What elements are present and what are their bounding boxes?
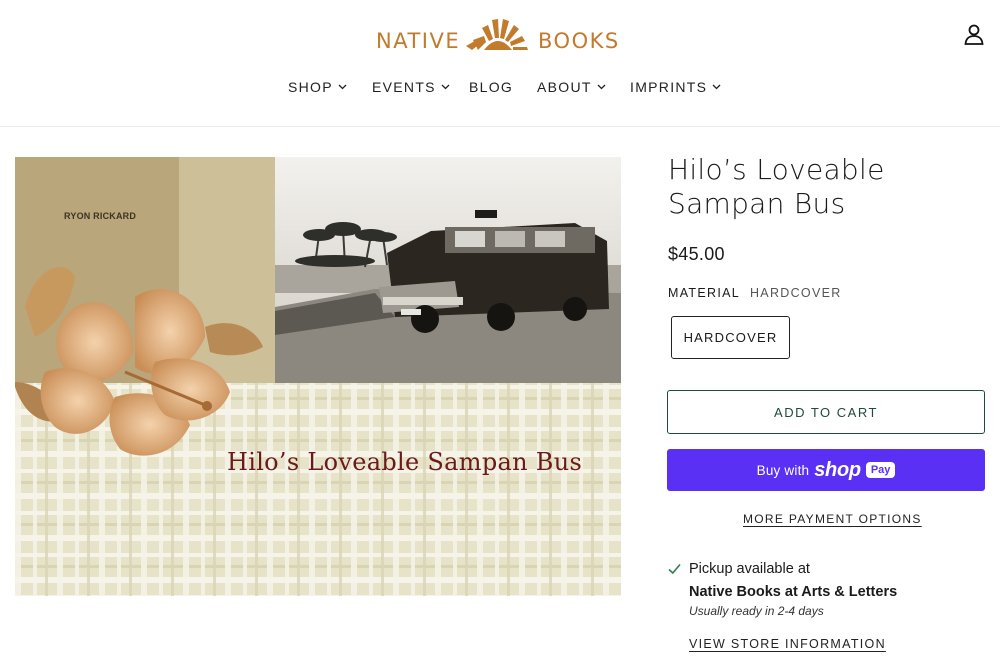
user-icon[interactable] bbox=[962, 22, 986, 46]
chevron-down-icon bbox=[597, 84, 606, 90]
pickup-availability: Pickup available at bbox=[689, 561, 810, 577]
product-price: $45.00 bbox=[668, 244, 725, 264]
add-to-cart-button[interactable]: ADD TO CART bbox=[667, 390, 985, 434]
nav-item-events[interactable]: EVENTS bbox=[372, 79, 450, 95]
chevron-down-icon bbox=[338, 84, 347, 90]
nav-item-label: BLOG bbox=[469, 79, 514, 95]
option-row: MATERIAL HARDCOVER bbox=[668, 286, 842, 300]
nav-item-label: SHOP bbox=[288, 79, 333, 95]
logo-word-books: BOOKS bbox=[538, 29, 620, 53]
nav-item-label: IMPRINTS bbox=[630, 79, 708, 95]
checkmark-icon bbox=[668, 563, 681, 575]
pickup-ready-time: Usually ready in 2-4 days bbox=[689, 604, 824, 618]
product-image[interactable]: RYON RICKARD Hilo’s Loveable Sampan Bus bbox=[15, 157, 621, 596]
nav-item-imprints[interactable]: IMPRINTS bbox=[630, 79, 721, 95]
cover-author: RYON RICKARD bbox=[64, 211, 137, 221]
option-label: MATERIAL bbox=[668, 286, 740, 300]
pickup-location: Native Books at Arts & Letters bbox=[689, 584, 898, 600]
product-title: Hilo’s Loveable Sampan Bus bbox=[668, 153, 885, 220]
more-payment-options-link[interactable]: MORE PAYMENT OPTIONS bbox=[743, 512, 922, 526]
shop-pay-logo: shop bbox=[814, 458, 861, 481]
chevron-down-icon bbox=[712, 84, 721, 90]
view-store-information-link[interactable]: VIEW STORE INFORMATION bbox=[689, 637, 886, 651]
variant-hardcover-button[interactable]: HARDCOVER bbox=[671, 316, 790, 359]
nav-item-label: EVENTS bbox=[372, 79, 436, 95]
shop-pay-prefix: Buy with bbox=[756, 462, 810, 478]
site-logo[interactable]: NATIVE BOOKS bbox=[376, 14, 626, 54]
nav-item-blog[interactable]: BLOG bbox=[469, 79, 513, 95]
logo-word-native: NATIVE bbox=[376, 29, 461, 53]
main-nav: SHOP EVENTS BLOG ABOUT IMPRINTS bbox=[0, 79, 1000, 101]
site-header: NATIVE BOOKS SHOP EVENTS BLOG ABOUT IMPR… bbox=[0, 0, 1000, 127]
sunburst-logo-icon bbox=[466, 19, 528, 50]
book-cover-artwork bbox=[15, 157, 621, 596]
cover-title: Hilo’s Loveable Sampan Bus bbox=[227, 448, 583, 476]
option-selected-value: HARDCOVER bbox=[749, 286, 842, 300]
shop-pay-badge: Pay bbox=[865, 462, 896, 478]
nav-item-about[interactable]: ABOUT bbox=[537, 79, 606, 95]
shop-pay-button[interactable]: Buy with shop Pay bbox=[667, 449, 985, 491]
chevron-down-icon bbox=[441, 84, 450, 90]
nav-item-shop[interactable]: SHOP bbox=[288, 79, 347, 95]
nav-item-label: ABOUT bbox=[537, 79, 592, 95]
